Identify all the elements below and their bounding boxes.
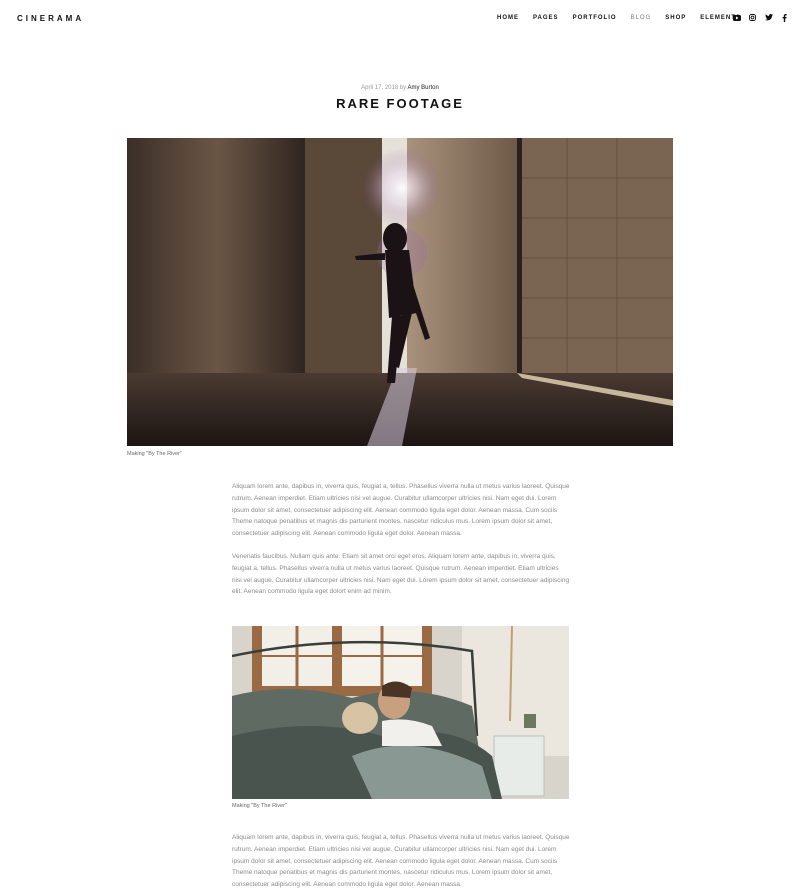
post-date[interactable]: April 17, 2018	[361, 85, 398, 91]
paragraph-3: Aliquam lorem ante, dapibus in, viverra …	[232, 834, 570, 889]
nav-item-shop[interactable]: SHOP	[665, 15, 686, 21]
nav-item-pages[interactable]: PAGES	[533, 15, 559, 21]
paragraph-1: Aliquam lorem ante, dapibus in, viverra …	[232, 483, 570, 538]
nav-item-blog[interactable]: BLOG	[631, 15, 652, 21]
instagram-icon[interactable]	[748, 13, 757, 22]
facebook-icon[interactable]	[780, 13, 789, 22]
post-by: by	[399, 85, 407, 91]
site-logo[interactable]: CINERAMA	[17, 14, 84, 23]
youtube-icon[interactable]	[732, 13, 741, 22]
post-author[interactable]: Amy Burton	[408, 85, 439, 91]
hero-image	[127, 138, 673, 446]
hero-image-caption: Making "By The River"	[127, 451, 182, 457]
main-nav: HOME PAGES PORTFOLIO BLOG SHOP ELEMENTS	[497, 15, 755, 21]
paragraph-2: Venenatis faucibus. Nullam quis ante. Et…	[232, 553, 570, 596]
nav-item-home[interactable]: HOME	[497, 15, 519, 21]
social-links	[732, 13, 796, 22]
twitter-icon[interactable]	[764, 13, 773, 22]
bedroom-image	[232, 626, 569, 799]
site-header: CINERAMA HOME PAGES PORTFOLIO BLOG SHOP …	[0, 0, 800, 38]
post-meta: April 17, 2018 by Amy Burton	[0, 85, 800, 91]
page-title: RARE FOOTAGE	[336, 96, 464, 111]
nav-item-portfolio[interactable]: PORTFOLIO	[573, 15, 617, 21]
bedroom-image-caption: Making "By The River"	[232, 803, 287, 809]
